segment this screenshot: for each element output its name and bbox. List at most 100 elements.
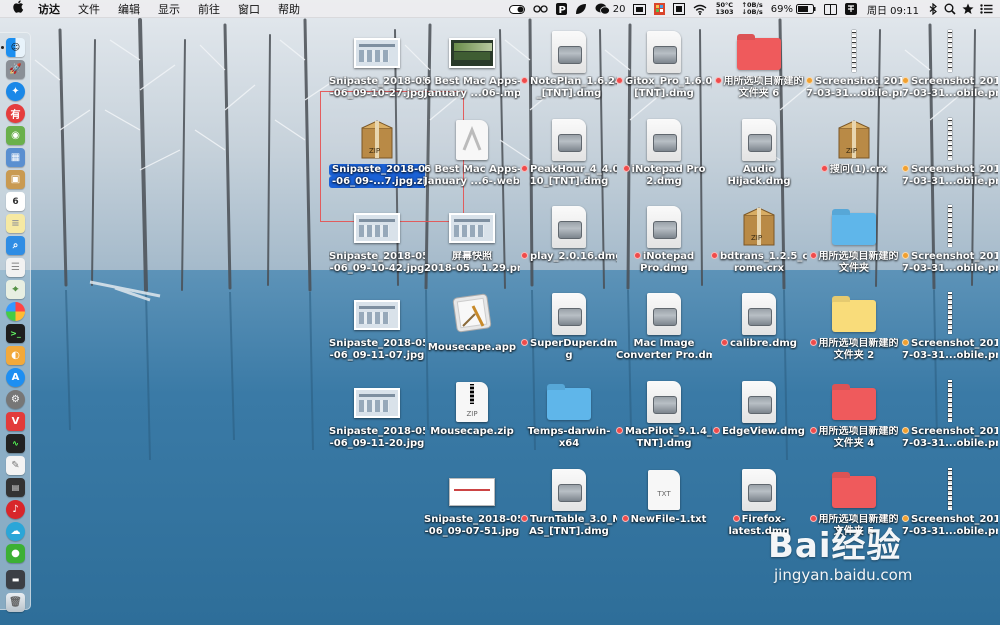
maps-icon[interactable]: ⌖ — [6, 280, 25, 299]
input-source-icon[interactable] — [841, 0, 861, 18]
menu-edit[interactable]: 编辑 — [109, 1, 149, 17]
launchpad-icon[interactable]: 🚀 — [6, 60, 25, 79]
label-line: Mousecape.zip — [430, 426, 514, 437]
label-line: -06_09-11-20.jpg — [329, 438, 425, 449]
wechat-dock-icon[interactable]: ● — [6, 544, 25, 563]
menu-go[interactable]: 前往 — [189, 1, 229, 17]
toggle-switch-icon[interactable] — [505, 0, 529, 18]
orange-tag-icon — [806, 77, 813, 84]
leaf-icon[interactable] — [571, 0, 591, 18]
wifi-icon[interactable] — [689, 0, 711, 18]
download-speed: ↓0B/s — [741, 8, 763, 16]
console-icon[interactable]: ▤ — [6, 478, 25, 497]
dock: ☺ 🚀 ✦ 有 ◉ ▦ ▣ 6 ≡ ⌕ ☰ ⌖ >_ ◐ A ⚙ V ∿ ✎ ▤… — [0, 32, 31, 612]
system-preferences-icon[interactable]: ⚙ — [6, 390, 25, 409]
wechat-icon[interactable]: 20 — [591, 0, 630, 18]
item-label: iNotepad Pro.dmg — [616, 251, 712, 275]
label-line: _[TNT].dmg — [536, 88, 602, 99]
disk-image-icon — [552, 469, 586, 511]
activity-monitor-icon[interactable]: ∿ — [6, 434, 25, 453]
screenshot-strip-icon — [948, 292, 952, 334]
folder-icon — [832, 300, 876, 332]
cpu-temperature-readout[interactable]: 50°C 1303 — [711, 0, 737, 18]
label-line: [TNT].dmg — [634, 88, 694, 99]
bluetooth-icon[interactable] — [925, 0, 941, 18]
red-tag-icon — [809, 339, 817, 346]
item-label: TurnTable_3.0_M AS_[TNT].dmg — [521, 514, 617, 538]
finder-icon[interactable]: ☺ — [6, 38, 25, 57]
item-label: Snipaste_2018-05 -06_09-11-07.jpg — [329, 338, 425, 362]
menu-file[interactable]: 文件 — [69, 1, 109, 17]
safari-icon[interactable]: ✦ — [6, 82, 25, 101]
screen-capture-icon[interactable] — [629, 0, 650, 18]
label-line: Snipaste_2018-05 — [329, 338, 425, 349]
red-tag-icon — [621, 515, 629, 522]
menu-help[interactable]: 帮助 — [269, 1, 309, 17]
label-line: NewFile-1.txt — [616, 514, 712, 526]
label-line: x64 — [558, 438, 580, 449]
item-label: Temps-darwin-x64 — [521, 426, 617, 450]
label-line: Converter Pro.dmg — [616, 350, 712, 361]
notification-center-icon[interactable] — [977, 0, 996, 18]
android-icon[interactable]: ◉ — [6, 126, 25, 145]
keyboard-icon[interactable] — [669, 0, 689, 18]
terminal-icon[interactable]: >_ — [6, 324, 25, 343]
label-line: 2.dmg — [646, 176, 682, 187]
trash-icon[interactable]: 🗑 — [6, 593, 25, 612]
preview-icon[interactable]: ▦ — [6, 148, 25, 167]
calendar-icon[interactable]: 6 — [6, 192, 25, 211]
orange-tag-icon — [902, 77, 909, 84]
clock[interactable]: 周日 09:11 — [861, 0, 925, 18]
display-icon[interactable] — [820, 0, 841, 18]
label-line: 6 Best Mac Apps- — [424, 76, 520, 87]
item-label: 屏幕快照2018-05...1.29.png — [424, 251, 520, 275]
vivaldi-icon[interactable]: V — [6, 412, 25, 431]
search-app-icon[interactable]: ⌕ — [6, 236, 25, 255]
red-tag-icon — [521, 77, 528, 84]
battery-status[interactable]: 69% — [767, 0, 820, 18]
folder-icon — [832, 476, 876, 508]
contacts-icon[interactable]: ▣ — [6, 170, 25, 189]
star-icon[interactable] — [959, 0, 977, 18]
item-label: SuperDuper.dm g — [521, 338, 617, 362]
books-icon[interactable]: ◐ — [6, 346, 25, 365]
screenshot-thumbnail-icon — [354, 213, 400, 243]
apple-menu-icon[interactable] — [0, 0, 36, 17]
textedit-icon[interactable]: ✎ — [6, 456, 25, 475]
item-label: Mousecape.zip — [424, 426, 520, 438]
label-line: NotePlan_1.6.24 — [521, 76, 617, 88]
disk-image-icon — [647, 381, 681, 423]
label-line: iNotepad Pro — [616, 164, 712, 176]
red-tag-icon — [521, 339, 528, 346]
network-speed-readout[interactable]: ↑0B/s ↓0B/s — [738, 0, 767, 18]
label-line: SuperDuper.dm — [521, 338, 617, 350]
menu-window[interactable]: 窗口 — [229, 1, 269, 17]
netease-music-icon[interactable]: ♪ — [6, 500, 25, 519]
spotlight-search-icon[interactable] — [941, 0, 959, 18]
red-tag-icon — [521, 165, 528, 172]
screenshot-strip-icon — [948, 30, 952, 72]
youdao-icon[interactable]: 有 — [6, 104, 25, 123]
label-line: Snipaste_2018-05 — [329, 76, 425, 87]
item-label: Screenshot_2017-03-31...obile.png — [806, 76, 902, 100]
label-line: AS_[TNT].dmg — [529, 526, 609, 537]
glasses-icon[interactable] — [529, 0, 552, 18]
red-tag-icon — [633, 252, 641, 259]
item-label: EdgeView.dmg — [711, 426, 807, 438]
item-label: iNotepad Pro 2.dmg — [616, 164, 712, 188]
disk-image-icon — [552, 119, 586, 161]
parking-icon[interactable]: P — [552, 0, 571, 18]
office-icon[interactable] — [650, 0, 669, 18]
downloads-stack-icon[interactable]: ▬ — [6, 570, 25, 589]
menu-finder[interactable]: 访达 — [36, 1, 69, 17]
messenger-icon[interactable]: ☁ — [6, 522, 25, 541]
notes-icon[interactable]: ≡ — [6, 214, 25, 233]
label-line: 文件夹 4 — [833, 438, 875, 449]
screenshot-strip-icon — [852, 30, 856, 72]
reminders-icon[interactable]: ☰ — [6, 258, 25, 277]
menu-view[interactable]: 显示 — [149, 1, 189, 17]
screenshot-thumbnail-icon — [354, 388, 400, 418]
disk-image-icon — [552, 293, 586, 335]
app-store-icon[interactable]: A — [6, 368, 25, 387]
photos-icon[interactable] — [6, 302, 25, 321]
